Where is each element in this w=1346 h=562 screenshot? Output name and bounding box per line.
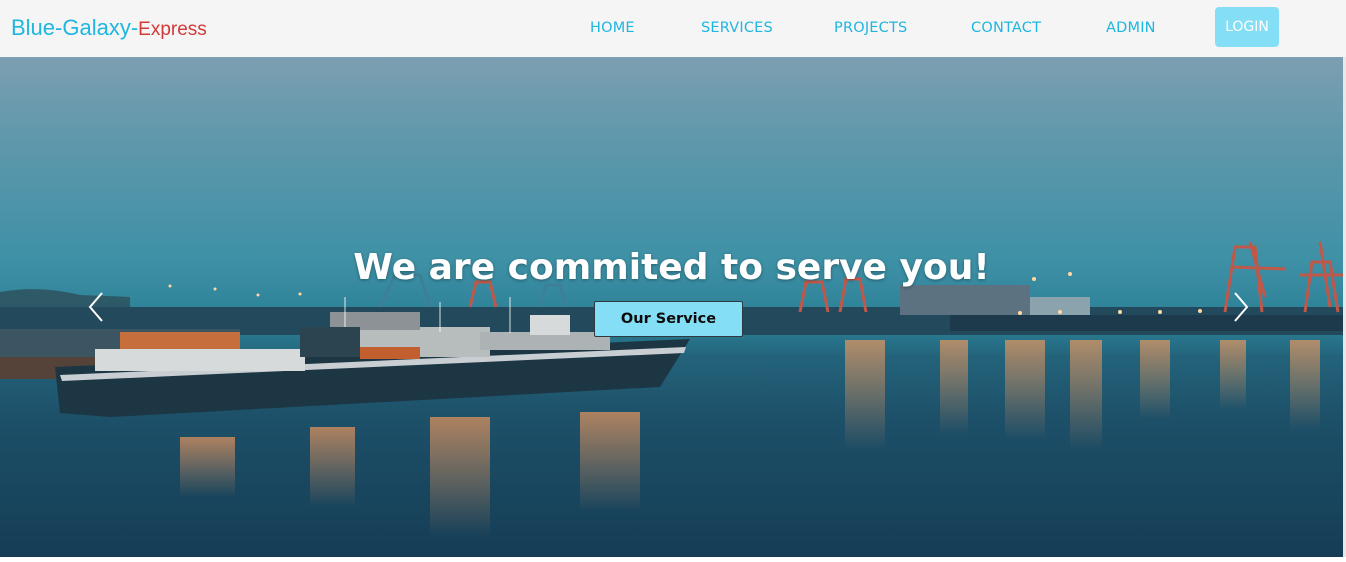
hero-carousel: We are commited to serve you! Our Servic… <box>0 57 1343 557</box>
nav-link-admin[interactable]: ADMIN <box>1106 18 1156 38</box>
nav-link-home[interactable]: HOME <box>590 18 635 38</box>
brand-logo[interactable]: Blue-Galaxy-Express <box>11 15 207 43</box>
nav-link-services[interactable]: SERVICES <box>701 18 773 38</box>
nav-link-contact[interactable]: CONTACT <box>971 18 1041 38</box>
our-service-button[interactable]: Our Service <box>594 301 743 337</box>
carousel-next-button[interactable] <box>1229 289 1253 325</box>
navbar: Blue-Galaxy-Express HOME SERVICES PROJEC… <box>0 0 1346 57</box>
chevron-left-icon <box>88 292 103 322</box>
nav-link-projects[interactable]: PROJECTS <box>834 18 907 38</box>
carousel-prev-button[interactable] <box>84 289 108 325</box>
chevron-right-icon <box>1234 292 1249 322</box>
brand-name: Blue-Galaxy <box>11 15 131 40</box>
brand-subtitle: Express <box>138 19 207 40</box>
hero-headline: We are commited to serve you! <box>353 247 990 288</box>
login-button[interactable]: LOGIN <box>1215 7 1279 47</box>
